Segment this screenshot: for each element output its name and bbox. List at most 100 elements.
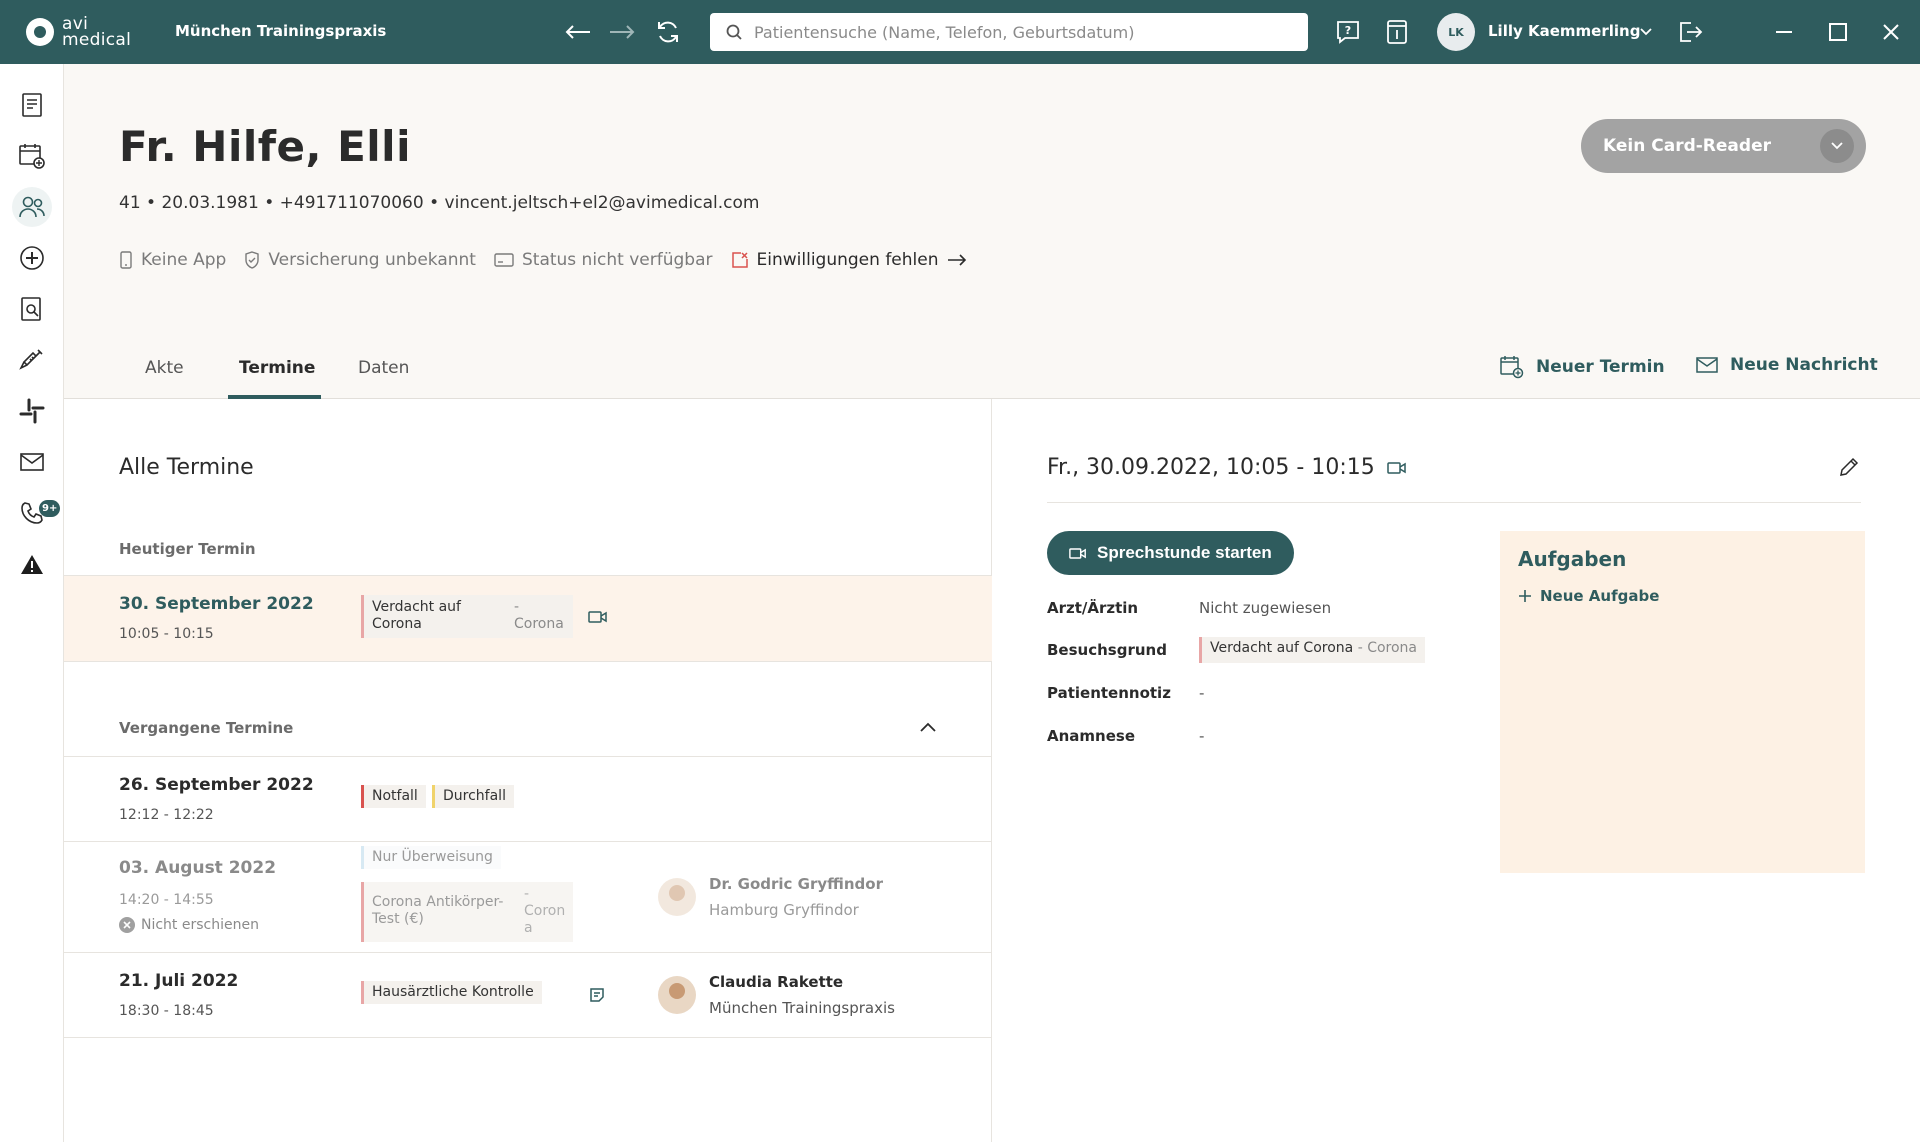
new-appointment-button[interactable]: Neuer Termin <box>1500 355 1665 379</box>
card-reader-label: Kein Card-Reader <box>1603 136 1771 156</box>
doctor-name: Dr. Godric Gryffindor <box>709 875 883 893</box>
minimize-icon <box>1776 31 1792 33</box>
appointment-row-past-2[interactable]: 03. August 2022 14:20 - 14:55 Nicht ersc… <box>64 842 992 953</box>
tasks-card: Aufgaben Neue Aufgabe <box>1500 531 1865 873</box>
visit-reason-sub1: - <box>524 886 530 902</box>
card-reader-dropdown[interactable] <box>1820 129 1854 163</box>
medical-cross-icon <box>20 246 44 270</box>
sidebar-item-phone[interactable] <box>12 493 52 533</box>
visit-reason-tag-referral: Nur Überweisung <box>361 846 501 869</box>
doctor-location: Hamburg Gryffindor <box>709 901 859 919</box>
video-icon <box>588 611 607 623</box>
patients-icon <box>19 196 45 218</box>
tab-termine[interactable]: Termine <box>239 358 315 378</box>
sidebar-item-calendar[interactable] <box>12 136 52 176</box>
logo-text-line2: medical <box>62 30 132 50</box>
app-logo[interactable]: avi medical <box>26 16 132 50</box>
minimize-button[interactable] <box>1770 18 1798 46</box>
patient-status-row: Keine App Versicherung unbekannt Status … <box>119 250 985 270</box>
start-consultation-button[interactable]: Sprechstunde starten <box>1047 531 1294 575</box>
syringe-icon <box>19 349 43 370</box>
refresh-button[interactable] <box>653 18 683 46</box>
mail-icon <box>1696 357 1718 373</box>
close-icon <box>1883 24 1899 40</box>
no-show-status: Nicht erschienen <box>119 917 259 933</box>
status-insurance-label: Versicherung unbekannt <box>268 250 476 270</box>
document-search-icon <box>21 297 41 321</box>
close-button[interactable] <box>1877 18 1905 46</box>
appointment-date: 26. September 2022 <box>119 775 314 795</box>
sidebar-item-patients[interactable] <box>12 187 52 227</box>
appointment-date: 30. September 2022 <box>119 594 314 614</box>
appointment-time: 10:05 - 10:15 <box>119 626 214 642</box>
info-document-icon <box>1387 20 1407 44</box>
visit-reason-line1: Corona Antikörper- <box>372 894 504 910</box>
status-availability: Status nicht verfügbar <box>494 250 713 270</box>
practice-name[interactable]: München Trainingspraxis <box>175 22 386 40</box>
shield-check-icon <box>245 251 260 269</box>
calendar-add-icon <box>19 144 45 169</box>
back-button[interactable] <box>563 18 593 46</box>
field-note-label: Patientennotiz <box>1047 684 1171 702</box>
start-consultation-label: Sprechstunde starten <box>1097 543 1272 562</box>
doctor-name: Claudia Rakette <box>709 973 844 991</box>
visit-reason-line2: Test (€) <box>372 911 424 927</box>
sidebar-item-worklist[interactable] <box>12 85 52 125</box>
field-reason-label: Besuchsgrund <box>1047 641 1167 659</box>
sidebar-item-search-records[interactable] <box>12 289 52 329</box>
doctor-avatar <box>658 976 696 1014</box>
search-icon <box>726 24 742 40</box>
visit-reason-line2: Corona <box>372 616 422 632</box>
user-name[interactable]: Lilly Kaemmerling <box>1488 22 1640 40</box>
patient-tabs: Akte Termine Daten Neuer Termin Neue Nac… <box>64 340 1920 399</box>
status-consent-label: Einwilligungen fehlen <box>756 250 939 270</box>
field-anamnesis-value: - <box>1199 727 1205 745</box>
status-consent-link[interactable]: Einwilligungen fehlen <box>731 250 967 270</box>
detail-title: Fr., 30.09.2022, 10:05 - 10:15 <box>1047 455 1407 480</box>
field-note-value: - <box>1199 684 1205 702</box>
edit-pencil-icon[interactable] <box>1838 456 1860 478</box>
logout-button[interactable] <box>1676 18 1704 46</box>
new-task-button[interactable]: Neue Aufgabe <box>1518 587 1659 605</box>
sidebar-item-messages[interactable] <box>12 442 52 482</box>
sidebar-item-medical[interactable] <box>12 238 52 278</box>
maximize-button[interactable] <box>1824 18 1852 46</box>
status-app: Keine App <box>119 250 226 270</box>
chevron-up-icon[interactable] <box>919 721 937 733</box>
patient-search[interactable] <box>710 13 1308 51</box>
past-header: Vergangene Termine <box>119 719 294 737</box>
appointment-row-past-3[interactable]: 21. Juli 2022 18:30 - 18:45 Hausärztlich… <box>64 953 992 1038</box>
appointment-time: 18:30 - 18:45 <box>119 1003 214 1019</box>
visit-reason-tag-diarrhea: Durchfall <box>432 785 514 808</box>
status-insurance: Versicherung unbekannt <box>244 250 476 270</box>
tab-daten[interactable]: Daten <box>358 358 409 378</box>
sidebar-item-vaccination[interactable] <box>12 340 52 380</box>
doctor-avatar <box>658 878 696 916</box>
patient-search-input[interactable] <box>754 22 1294 42</box>
arrow-right-icon <box>947 254 966 266</box>
new-message-button[interactable]: Neue Nachricht <box>1696 355 1878 375</box>
logo-mark-icon <box>26 18 54 46</box>
top-bar: avi medical München Trainingspraxis ? LK… <box>0 0 1920 64</box>
card-reader-button[interactable]: Kein Card-Reader <box>1581 119 1866 173</box>
sidebar-item-alerts[interactable] <box>12 544 52 584</box>
help-button[interactable]: ? <box>1334 18 1362 46</box>
chevron-down-icon <box>1640 28 1652 36</box>
appointment-row-today[interactable]: 30. September 2022 10:05 - 10:15 Verdach… <box>64 575 992 662</box>
forward-button[interactable] <box>607 18 637 46</box>
info-button[interactable] <box>1383 18 1411 46</box>
new-appointment-label: Neuer Termin <box>1536 357 1665 377</box>
svg-text:?: ? <box>1345 24 1351 37</box>
slack-icon <box>19 398 45 424</box>
detail-divider <box>1047 502 1861 503</box>
visit-reason-line1: Verdacht auf <box>372 599 461 615</box>
field-doctor-label: Arzt/Ärztin <box>1047 599 1139 617</box>
sidebar-item-integrations[interactable] <box>12 391 52 431</box>
user-menu-toggle[interactable] <box>1632 18 1660 46</box>
tab-akte[interactable]: Akte <box>145 358 184 378</box>
status-app-label: Keine App <box>141 250 227 270</box>
visit-reason-sub1: - <box>514 599 520 615</box>
appointments-panel: Alle Termine Heutiger Termin 30. Septemb… <box>64 399 992 1142</box>
appointment-row-past-1[interactable]: 26. September 2022 12:12 - 12:22 Notfall… <box>64 756 992 842</box>
user-avatar[interactable]: LK <box>1437 13 1475 51</box>
